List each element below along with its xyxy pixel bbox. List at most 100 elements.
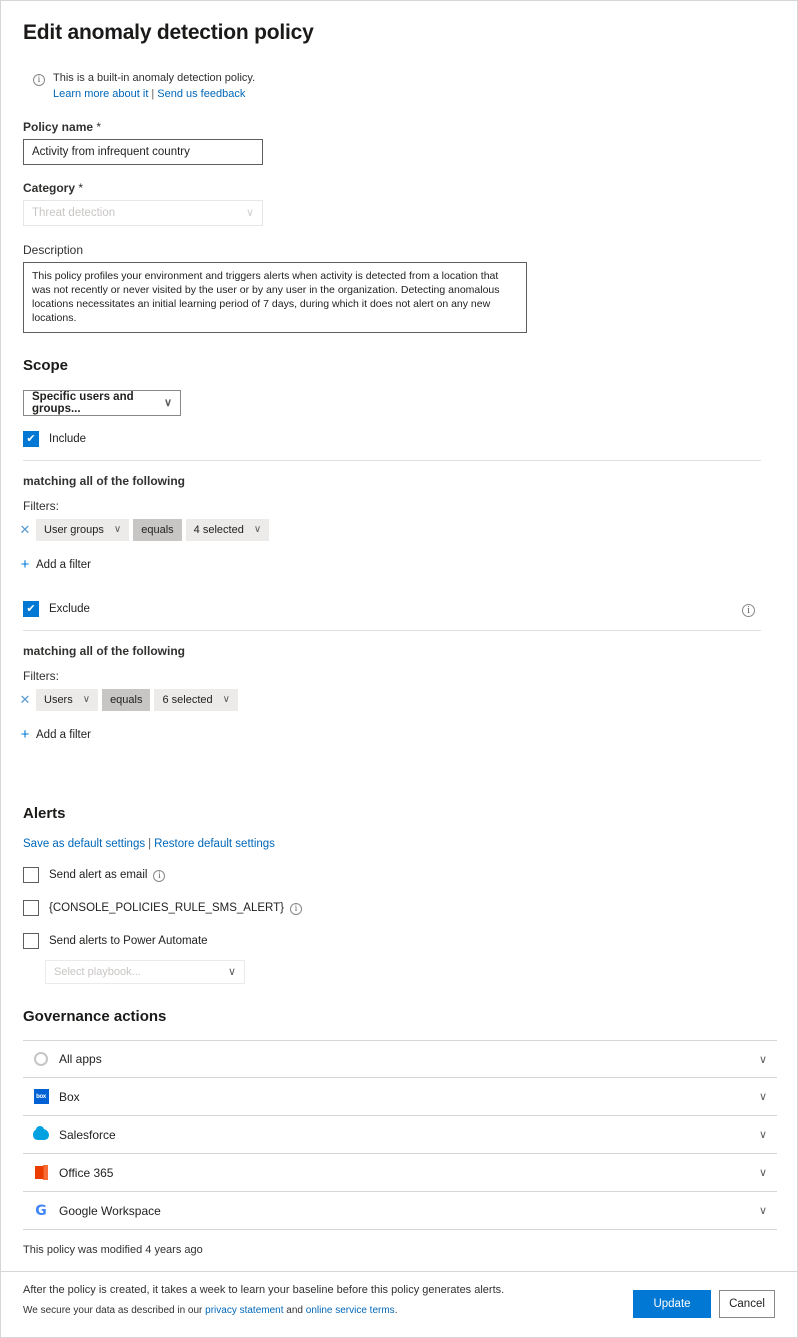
banner-links: Learn more about it | Send us feedback — [53, 87, 255, 102]
chevron-down-icon: ∨ — [113, 524, 122, 535]
remove-filter-icon[interactable]: ✕ — [14, 692, 36, 708]
exclude-checkbox-row[interactable]: ✔ Exclude i — [23, 601, 775, 618]
scope-dropdown[interactable]: Specific users and groups... ∨ — [23, 390, 181, 416]
info-icon: i — [33, 72, 45, 102]
cancel-button[interactable]: Cancel — [719, 1290, 775, 1318]
exclude-info-icon[interactable]: i — [742, 603, 755, 618]
restore-default-settings-link[interactable]: Restore default settings — [154, 838, 275, 850]
include-add-filter-label: Add a filter — [36, 558, 91, 571]
description-group: Description This policy profiles your en… — [1, 243, 797, 333]
exclude-add-filter-button[interactable]: + Add a filter — [14, 727, 775, 742]
send-alert-email-info-icon[interactable]: i — [153, 868, 166, 882]
sms-alert-row[interactable]: {CONSOLE_POLICIES_RULE_SMS_ALERT} i — [23, 900, 775, 916]
governance-row-label: Salesforce — [59, 1127, 116, 1142]
governance-row-office365[interactable]: Office 365 ∨ — [23, 1154, 777, 1192]
include-filter-field-text: User groups — [44, 524, 104, 536]
banner-text: This is a built-in anomaly detection pol… — [53, 72, 256, 84]
include-add-filter-button[interactable]: + Add a filter — [14, 557, 775, 572]
governance-heading: Governance actions — [23, 1008, 167, 1025]
sms-alert-info-icon[interactable]: i — [290, 901, 303, 915]
chevron-down-icon[interactable]: ∨ — [759, 1166, 767, 1179]
sms-alert-checkbox[interactable] — [23, 900, 39, 916]
secure-prefix: We secure your data as described in our — [23, 1305, 206, 1316]
builtin-policy-banner: i This is a built-in anomaly detection p… — [33, 71, 797, 102]
alerts-section: Alerts Save as default settings | Restore … — [1, 805, 797, 984]
chevron-down-icon: ∨ — [245, 206, 254, 219]
link-separator: | — [151, 88, 155, 100]
power-automate-label: Send alerts to Power Automate — [49, 935, 208, 947]
and-text: and — [283, 1305, 306, 1316]
governance-row-salesforce[interactable]: Salesforce ∨ — [23, 1116, 777, 1154]
include-filter-value[interactable]: 4 selected ∨ — [185, 519, 270, 541]
playbook-placeholder: Select playbook... — [54, 966, 141, 978]
exclude-checkbox[interactable]: ✔ — [23, 601, 39, 617]
send-alert-email-label: Send alert as email — [49, 869, 148, 881]
governance-row-all-apps[interactable]: All apps ∨ — [23, 1040, 777, 1078]
governance-row-box[interactable]: box Box ∨ — [23, 1078, 777, 1116]
exclude-filter-row: ✕ Users ∨ equals 6 selected ∨ — [14, 689, 775, 711]
include-checkbox[interactable]: ✔ — [23, 431, 39, 447]
google-icon-text: G — [35, 1202, 47, 1219]
plus-icon: + — [20, 556, 30, 573]
remove-filter-icon[interactable]: ✕ — [14, 522, 36, 538]
exclude-filter-operator[interactable]: equals — [102, 689, 151, 711]
edit-policy-page: Edit anomaly detection policy i This is … — [0, 0, 798, 1338]
send-feedback-link[interactable]: Send us feedback — [157, 88, 245, 100]
power-automate-row[interactable]: Send alerts to Power Automate — [23, 933, 775, 949]
exclude-filter-value[interactable]: 6 selected ∨ — [154, 689, 238, 711]
governance-row-label: Google Workspace — [59, 1203, 161, 1218]
alerts-default-links: Save as default settings | Restore default… — [23, 838, 775, 850]
policy-name-label: Policy name * — [23, 120, 775, 134]
scope-heading: Scope — [23, 357, 69, 374]
category-select: Threat detection ∨ — [23, 200, 263, 226]
governance-row-google-workspace[interactable]: G Google Workspace ∨ — [23, 1192, 777, 1230]
chevron-down-icon[interactable]: ∨ — [759, 1090, 767, 1103]
alerts-heading: Alerts — [23, 805, 66, 822]
plus-icon: + — [20, 726, 30, 743]
include-filter-value-text: 4 selected — [193, 524, 244, 536]
exclude-filter-field[interactable]: Users ∨ — [36, 689, 99, 711]
required-asterisk: * — [78, 181, 84, 195]
all-apps-icon — [33, 1051, 49, 1067]
category-value: Threat detection — [32, 207, 116, 219]
office365-icon — [33, 1165, 49, 1181]
governance-rows: All apps ∨ box Box ∨ Salesforce ∨ Office… — [23, 1040, 777, 1230]
include-label: Include — [49, 433, 87, 445]
privacy-statement-link[interactable]: privacy statement — [205, 1305, 283, 1316]
exclude-filters-label: Filters: — [23, 669, 59, 683]
policy-name-input[interactable]: Activity from infrequent country — [23, 139, 263, 165]
chevron-down-icon[interactable]: ∨ — [759, 1053, 767, 1066]
include-checkbox-row[interactable]: ✔ Include — [23, 431, 775, 447]
include-matching-text: matching all of the following — [23, 474, 185, 488]
period: . — [394, 1305, 398, 1316]
policy-modified-text: This policy was modified 4 years ago — [23, 1244, 203, 1256]
category-group: Category * Threat detection ∨ — [1, 181, 797, 226]
power-automate-checkbox[interactable] — [23, 933, 39, 949]
scope-dropdown-value: Specific users and groups... — [32, 391, 134, 415]
send-alert-email-row[interactable]: Send alert as email i — [23, 867, 775, 883]
governance-row-label: Office 365 — [59, 1165, 114, 1180]
learn-more-link[interactable]: Learn more about it — [53, 88, 148, 100]
update-button[interactable]: Update — [633, 1290, 711, 1318]
required-asterisk: * — [96, 120, 102, 134]
google-workspace-icon: G — [33, 1203, 49, 1219]
include-filter-row: ✕ User groups ∨ equals 4 selected ∨ — [14, 519, 775, 541]
salesforce-icon — [33, 1126, 49, 1143]
policy-name-label-text: Policy name — [23, 120, 94, 134]
sms-alert-label: {CONSOLE_POLICIES_RULE_SMS_ALERT} — [49, 902, 285, 914]
exclude-divider — [23, 630, 761, 631]
chevron-down-icon[interactable]: ∨ — [759, 1128, 767, 1141]
footer-divider — [1, 1271, 798, 1272]
include-divider — [23, 460, 761, 461]
save-default-settings-link[interactable]: Save as default settings — [23, 838, 145, 850]
description-textarea[interactable]: This policy profiles your environment an… — [23, 262, 527, 333]
online-service-terms-link[interactable]: online service terms — [306, 1305, 395, 1316]
include-filter-operator[interactable]: equals — [133, 519, 182, 541]
send-alert-email-checkbox[interactable] — [23, 867, 39, 883]
exclude-matching-text: matching all of the following — [23, 644, 185, 658]
chevron-down-icon[interactable]: ∨ — [759, 1204, 767, 1217]
chevron-down-icon: ∨ — [253, 524, 262, 535]
include-filter-field[interactable]: User groups ∨ — [36, 519, 130, 541]
playbook-select[interactable]: Select playbook... ∨ — [45, 960, 245, 984]
baseline-text: After the policy is created, it takes a … — [23, 1284, 505, 1296]
